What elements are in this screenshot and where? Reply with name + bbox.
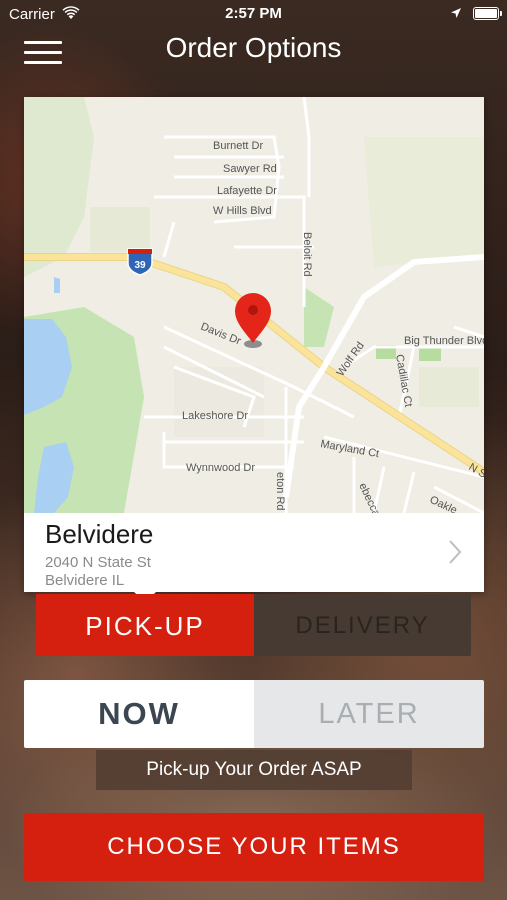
map-label-lakeshore: Lakeshore Dr	[182, 410, 248, 422]
map-label-lafayette: Lafayette Dr	[217, 185, 277, 197]
location-address: 2040 N State St	[45, 554, 151, 571]
map-label-whills: W Hills Blvd	[213, 205, 272, 217]
delivery-button[interactable]: DELIVERY	[254, 594, 471, 656]
map-label-eton: eton Rd	[274, 472, 286, 511]
location-arrow-icon	[451, 8, 461, 18]
svg-text:39: 39	[134, 260, 146, 271]
later-button[interactable]: LATER	[254, 680, 484, 748]
page-title: Order Options	[165, 32, 342, 63]
map-label-burnett: Burnett Dr	[213, 140, 263, 152]
order-type-toggle: PICK-UP DELIVERY	[36, 594, 471, 656]
clock: 2:57 PM	[225, 5, 282, 22]
timing-toggle: NOW LATER	[24, 680, 484, 748]
location-card: 39 Burnett Dr Sawyer Rd Lafayette Dr W H…	[24, 97, 484, 602]
chevron-right-icon[interactable]	[448, 539, 462, 565]
pickup-button[interactable]: PICK-UP	[36, 594, 254, 656]
map-label-sawyer: Sawyer Rd	[223, 163, 277, 175]
map-view[interactable]: 39 Burnett Dr Sawyer Rd Lafayette Dr W H…	[24, 97, 484, 513]
map-label-beloit: Beloit Rd	[301, 232, 313, 277]
now-button[interactable]: NOW	[24, 680, 254, 748]
map-label-bigthunder: Big Thunder Blvd	[404, 335, 484, 347]
location-name: Belvidere	[45, 519, 154, 549]
battery-icon	[473, 7, 502, 20]
timing-note: Pick-up Your Order ASAP	[96, 750, 412, 790]
location-city: Belvidere IL	[45, 572, 125, 589]
map-label-wynnwood: Wynnwood Dr	[186, 462, 255, 474]
status-bar: Carrier 2:57 PM	[0, 0, 507, 28]
location-details[interactable]: Belvidere 2040 N State St Belvidere IL	[24, 513, 484, 592]
choose-items-button[interactable]: CHOOSE YOUR ITEMS	[24, 813, 484, 881]
